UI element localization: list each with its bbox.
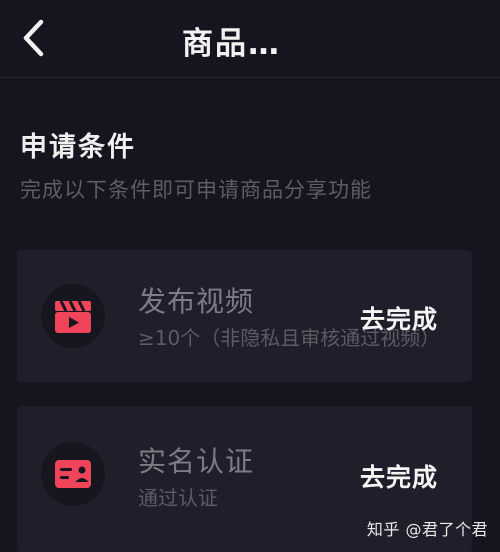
screen: 商品… 申请条件 完成以下条件即可申请商品分享功能 发布视频 ≥10个（非隐私且… [0,0,500,552]
section-subtitle: 完成以下条件即可申请商品分享功能 [20,178,372,202]
condition-description: 通过认证 [138,486,218,510]
id-card-icon [55,460,91,488]
id-icon-badge [41,442,105,506]
complete-button-auth[interactable]: 去完成 [360,458,438,494]
back-button[interactable] [14,16,54,60]
video-icon-badge [41,284,105,348]
section-title: 申请条件 [20,132,136,163]
watermark: 知乎 @君了个君 [366,520,488,539]
page-title: 商品… [182,26,281,62]
chevron-left-icon [23,19,44,57]
condition-card-publish-video[interactable]: 发布视频 ≥10个（非隐私且审核通过视频） 去完成 [17,250,472,382]
video-clapper-icon [55,300,91,333]
top-bar: 商品… [0,0,500,78]
condition-title: 实名认证 [138,445,255,478]
complete-button-video[interactable]: 去完成 [360,300,438,336]
condition-title: 发布视频 [138,285,255,318]
